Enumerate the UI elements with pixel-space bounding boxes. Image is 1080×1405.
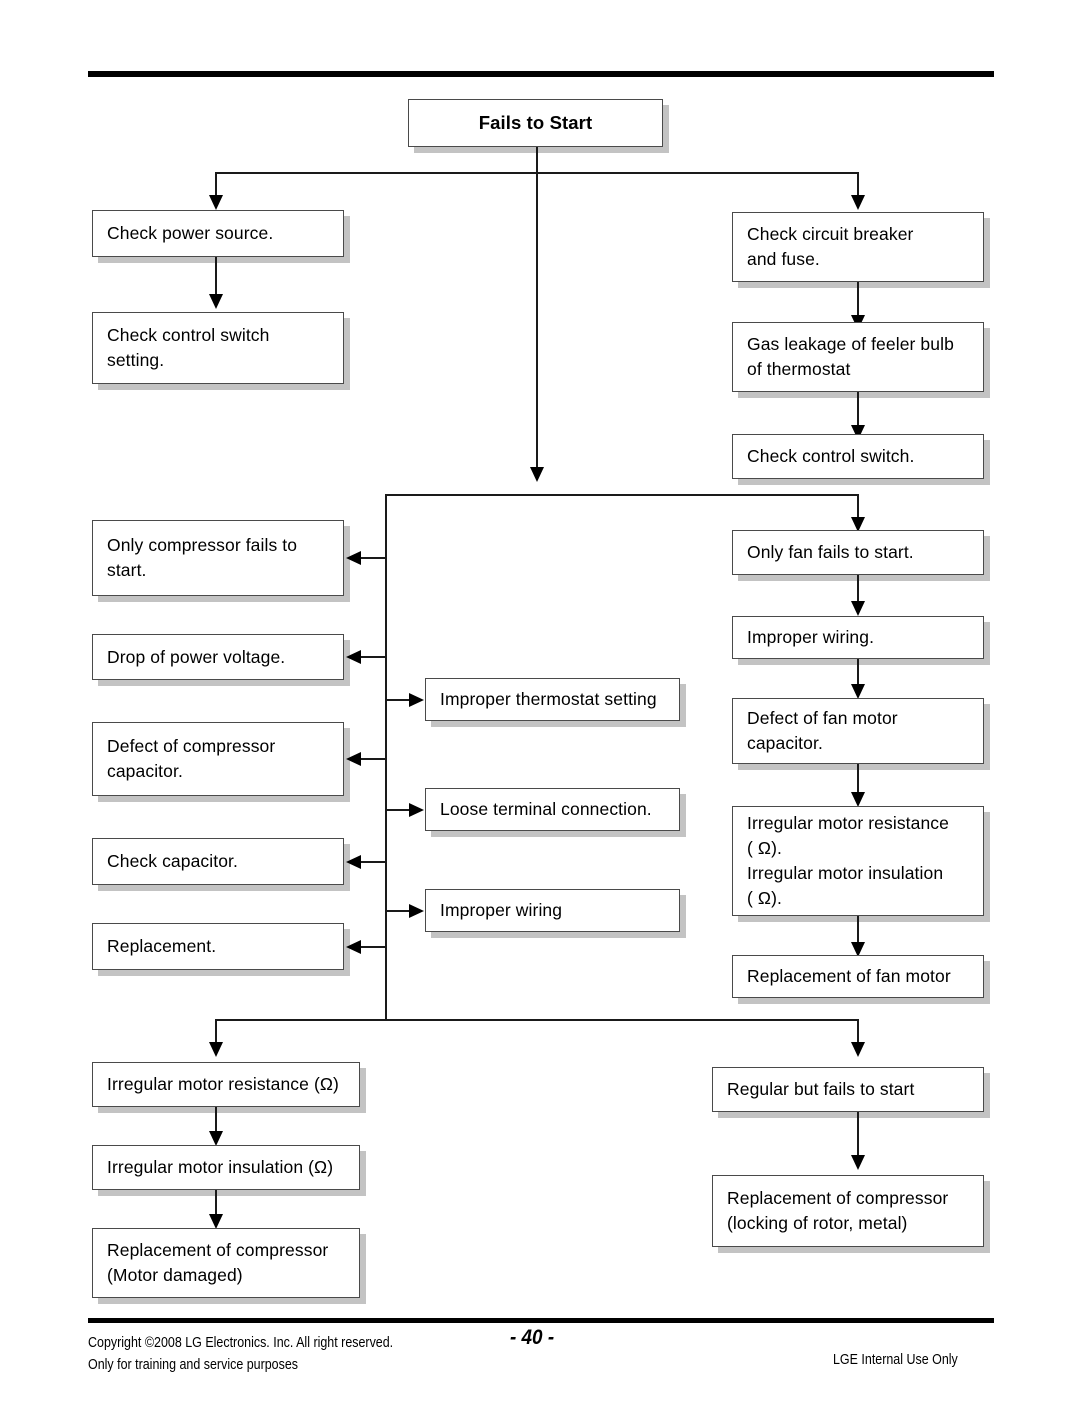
arrowhead-left-drop-voltage (346, 650, 361, 664)
arrowhead-down-fan-capacitor (851, 684, 865, 699)
connector-spine-to-check-capacitor (359, 861, 387, 863)
node-improper-wiring-fan[interactable]: Improper wiring. (732, 616, 984, 659)
arrowhead-down-replacement-compressor-rotor (851, 1155, 865, 1170)
node-label: Irregular motor resistance (Ω) (107, 1074, 339, 1095)
connector-wiring-to-fan-capacitor (857, 659, 859, 687)
arrowhead-left-defect-compressor (346, 752, 361, 766)
arrowhead-down-left-branch (209, 195, 223, 210)
page-number: - 40 - (510, 1326, 555, 1349)
node-improper-thermostat-setting[interactable]: Improper thermostat setting (425, 678, 680, 721)
connector-spine-to-improper-wiring (387, 910, 411, 912)
node-label: Improper wiring (440, 900, 563, 921)
footer-copyright: Copyright ©2008 LG Electronics. Inc. All… (88, 1335, 394, 1374)
node-label: Gas leakage of feeler bulb of thermostat (747, 334, 954, 379)
connector-spine-to-replacement (359, 946, 387, 948)
node-only-fan-fails-to-start[interactable]: Only fan fails to start. (732, 530, 984, 575)
arrowhead-right-improper-thermostat (409, 693, 424, 707)
connector-resistance-to-insulation (215, 1107, 217, 1134)
node-only-compressor-fails[interactable]: Only compressor fails to start. (92, 520, 344, 596)
node-label: Check circuit breaker and fuse. (747, 224, 914, 269)
node-label: Defect of fan motor capacitor. (747, 708, 898, 753)
connector-spine-to-loose-terminal (387, 809, 411, 811)
connector-gasleak-to-controlswitch (857, 392, 859, 429)
connector-spine-to-improper-thermostat (387, 699, 411, 701)
diagram-page: Fails to Start Check power source. Check… (0, 0, 1080, 1405)
connector-spine-to-drop-voltage (359, 656, 387, 658)
node-label: Improper thermostat setting (440, 689, 657, 710)
node-label: Only compressor fails to start. (107, 535, 298, 580)
arrowhead-left-check-capacitor (346, 855, 361, 869)
node-check-capacitor[interactable]: Check capacitor. (92, 838, 344, 885)
connector-regular-to-replacement-compressor-rotor (857, 1112, 859, 1158)
node-drop-of-power-voltage[interactable]: Drop of power voltage. (92, 634, 344, 680)
connector-center-long-drop (536, 172, 538, 470)
connector-spine-to-only-compressor (359, 557, 387, 559)
node-label: Improper wiring. (747, 627, 875, 648)
connector-power-to-control-switch (215, 257, 217, 298)
arrowhead-down-center-branch (530, 467, 544, 482)
node-label: Drop of power voltage. (107, 646, 286, 667)
arrowhead-left-only-compressor (346, 551, 361, 565)
node-check-control-switch-setting[interactable]: Check control switch setting. (92, 312, 344, 384)
node-gas-leakage-feeler-bulb[interactable]: Gas leakage of feeler bulb of thermostat (732, 322, 984, 392)
node-label: Loose terminal connection. (440, 799, 652, 820)
node-check-control-switch[interactable]: Check control switch. (732, 434, 984, 479)
arrowhead-down-insulation (209, 1131, 223, 1146)
connector-middle-bus-bottom (215, 1019, 858, 1021)
connector-fan-to-improper-wiring (857, 575, 859, 604)
arrowhead-left-replacement (346, 940, 361, 954)
node-check-circuit-breaker[interactable]: Check circuit breaker and fuse. (732, 212, 984, 282)
node-label: Check control switch setting. (107, 325, 270, 370)
node-defect-of-compressor-capacitor[interactable]: Defect of compressor capacitor. (92, 722, 344, 796)
node-irregular-motor-insulation[interactable]: Irregular motor insulation (Ω) (92, 1145, 360, 1190)
node-label: Check capacitor. (107, 851, 238, 872)
node-irregular-motor-resistance[interactable]: Irregular motor resistance (Ω) (92, 1062, 360, 1107)
node-label: Defect of compressor capacitor. (107, 736, 276, 781)
connector-irregular-to-replacement-fan (857, 916, 859, 945)
node-label: Replacement of compressor (Motor damaged… (107, 1240, 329, 1285)
arrowhead-down-bottom-left (209, 1042, 223, 1057)
node-replacement-of-compressor-motor-damaged[interactable]: Replacement of compressor (Motor damaged… (92, 1228, 360, 1298)
connector-fancap-to-irregular (857, 764, 859, 795)
connector-title-down (536, 147, 538, 173)
arrowhead-down-bottom-right (851, 1042, 865, 1057)
node-fails-to-start[interactable]: Fails to Start (408, 99, 663, 147)
node-regular-but-fails-to-start[interactable]: Regular but fails to start (712, 1067, 984, 1112)
node-label: Irregular motor insulation (Ω) (107, 1157, 334, 1178)
node-label: Only fan fails to start. (747, 542, 914, 563)
node-label: Replacement of compressor (locking of ro… (727, 1188, 949, 1233)
arrowhead-down-right-branch (851, 195, 865, 210)
node-check-power-source[interactable]: Check power source. (92, 210, 344, 257)
connector-breaker-to-gasleak (857, 282, 859, 319)
node-label: Irregular motor resistance ( Ω). Irregul… (747, 813, 949, 908)
node-irregular-motor-resistance-insulation-fan[interactable]: Irregular motor resistance ( Ω). Irregul… (732, 806, 984, 916)
footer-rule (88, 1318, 994, 1323)
arrowhead-down-control-switch (209, 294, 223, 309)
arrowhead-down-improper-wiring-fan (851, 601, 865, 616)
arrowhead-down-replacement-compressor (209, 1214, 223, 1229)
node-loose-terminal-connection[interactable]: Loose terminal connection. (425, 788, 680, 831)
connector-spine-to-defect-compressor (359, 758, 387, 760)
node-label: Check control switch. (747, 446, 915, 467)
node-improper-wiring-center[interactable]: Improper wiring (425, 889, 680, 932)
arrowhead-down-irregular-motor-fan (851, 792, 865, 807)
node-defect-of-fan-motor-capacitor[interactable]: Defect of fan motor capacitor. (732, 698, 984, 764)
header-rule (88, 71, 994, 77)
connector-middle-bus-top (385, 494, 858, 496)
arrowhead-right-improper-wiring (409, 904, 424, 918)
node-label: Regular but fails to start (727, 1079, 915, 1100)
node-replacement-of-compressor-locking-rotor[interactable]: Replacement of compressor (locking of ro… (712, 1175, 984, 1247)
connector-insulation-to-replacement-compressor (215, 1190, 217, 1217)
node-label: Replacement of fan motor (747, 966, 951, 987)
node-label: Check power source. (107, 223, 274, 244)
node-label: Fails to Start (478, 111, 593, 133)
node-label: Replacement. (107, 936, 217, 957)
arrowhead-right-loose-terminal (409, 803, 424, 817)
node-replacement[interactable]: Replacement. (92, 923, 344, 970)
node-replacement-of-fan-motor[interactable]: Replacement of fan motor (732, 955, 984, 998)
footer-internal-use-notice: LGE Internal Use Only (833, 1352, 958, 1368)
